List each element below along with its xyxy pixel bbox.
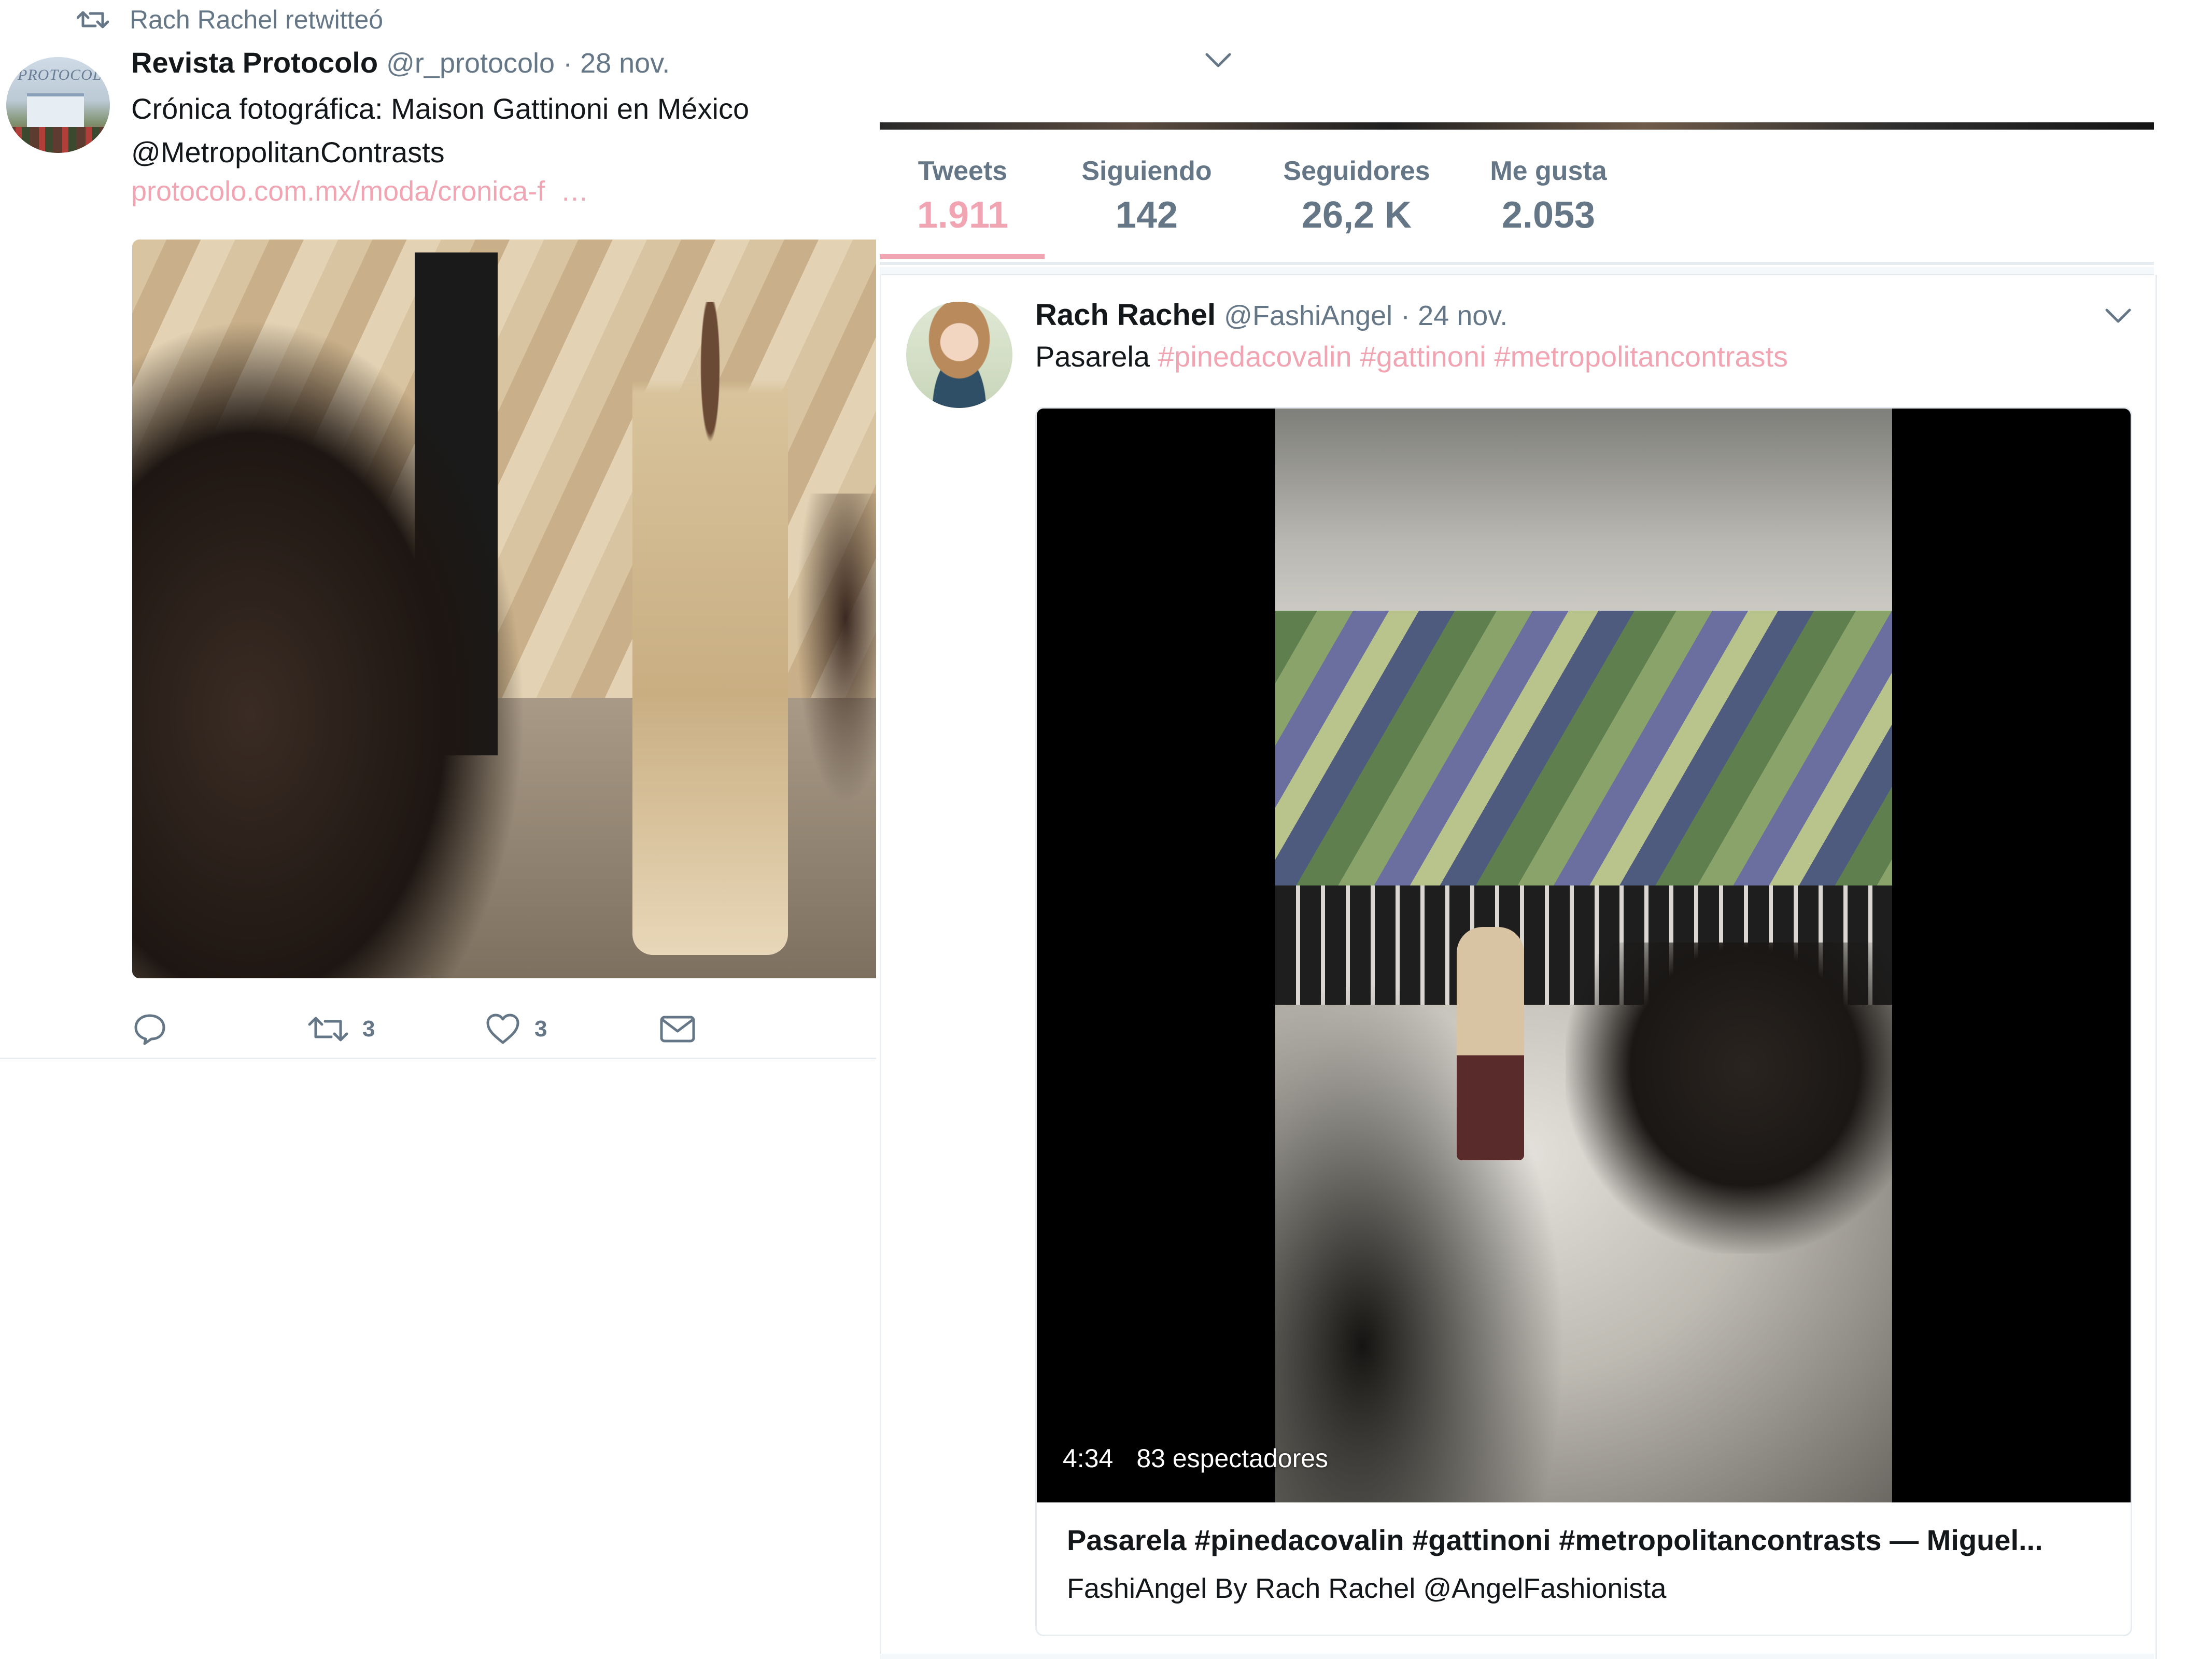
retweeted-tweet[interactable]: Rach Rachel retwitteó PROTOCOLO Revista …	[0, 0, 876, 1058]
chevron-down-icon[interactable]	[1204, 49, 1233, 70]
tweet-text-body: Pasarela	[1035, 340, 1150, 373]
stat-label: Me gusta	[1490, 156, 1607, 186]
hashtag-link[interactable]: #pinedacovalin	[1158, 340, 1352, 373]
stat-likes[interactable]: Me gusta 2.053	[1476, 156, 1621, 236]
photo-model	[632, 302, 788, 955]
chevron-down-icon[interactable]	[2104, 305, 2133, 326]
video-projection	[1275, 611, 1892, 901]
tweet-date[interactable]: · 28 nov.	[563, 47, 670, 79]
stat-label: Siguiendo	[1081, 156, 1212, 186]
stat-value: 142	[1115, 194, 1178, 236]
reply-icon	[132, 1011, 167, 1047]
author-name[interactable]: Revista Protocolo	[131, 46, 378, 79]
video-player[interactable]: 4:34 83 espectadores	[1037, 409, 2131, 1502]
timeline-separator	[880, 267, 2154, 275]
tweet-text-line: Crónica fotográfica: Maison Gattinoni en…	[131, 92, 750, 125]
tweet-text: Pasarela #pinedacovalin #gattinoni #metropo…	[1035, 340, 1788, 373]
retweet-icon	[77, 8, 109, 31]
avatar-sign: PROTOCOLO	[18, 66, 110, 83]
video-meta: 4:34 83 espectadores	[1063, 1440, 1328, 1477]
stat-value: 2.053	[1501, 194, 1596, 236]
photo-audience	[132, 317, 526, 978]
video-ceiling	[1275, 409, 1892, 626]
tweet-link[interactable]: protocolo.com.mx/moda/cronica-f …	[131, 175, 588, 207]
stat-tweets[interactable]: Tweets 1.911	[911, 156, 1015, 236]
hashtag-link[interactable]: #gattinoni	[1360, 340, 1486, 373]
retweet-button[interactable]: 3	[307, 1006, 375, 1052]
video-audience-right	[1566, 943, 1892, 1254]
tweet-link-text[interactable]: protocolo.com.mx/moda/cronica-f	[131, 176, 545, 207]
tweet-photo[interactable]	[132, 240, 876, 978]
tweet-divider	[0, 1058, 876, 1059]
video-views: 83 espectadores	[1136, 1444, 1329, 1473]
like-count: 3	[534, 1016, 547, 1042]
timeline-bottom	[880, 1654, 2154, 1659]
avatar[interactable]	[906, 302, 1012, 408]
avatar[interactable]: PROTOCOLO	[6, 57, 110, 153]
tweet-header: Rach Rachel @FashiAngel · 24 nov.	[1035, 298, 1507, 334]
avatar-building	[27, 93, 84, 128]
mention-link[interactable]: @MetropolitanContrasts	[131, 131, 867, 174]
hashtag-link[interactable]: #metropolitancontrasts	[1495, 340, 1788, 373]
stat-value: 1.911	[917, 194, 1009, 236]
like-button[interactable]: 3	[485, 1006, 547, 1052]
stat-value: 26,2 K	[1301, 194, 1412, 236]
stat-label: Tweets	[918, 156, 1008, 186]
avatar-crowd	[6, 127, 110, 153]
author-handle[interactable]: @r_protocolo	[386, 47, 555, 79]
mail-icon	[659, 1015, 696, 1044]
video-frame	[1275, 409, 1892, 1502]
tweet-link-ellipsis: …	[560, 176, 589, 207]
tweet-header: Revista Protocolo @r_protocolo · 28 nov.	[131, 46, 670, 82]
tweet-date[interactable]: · 24 nov.	[1401, 300, 1507, 332]
retweet-context-label[interactable]: Rach Rachel retwitteó	[130, 5, 383, 35]
tweet-text: Crónica fotográfica: Maison Gattinoni en…	[131, 87, 867, 174]
card-subtitle[interactable]: FashiAngel By Rach Rachel @AngelFashioni…	[1067, 1572, 1666, 1605]
reply-button[interactable]	[132, 1006, 167, 1052]
author-name[interactable]: Rach Rachel	[1035, 298, 1216, 332]
author-handle[interactable]: @FashiAngel	[1224, 300, 1392, 332]
retweet-context: Rach Rachel retwitteó	[77, 4, 383, 35]
video-model	[1457, 927, 1524, 1160]
direct-message-button[interactable]	[659, 1006, 696, 1052]
card-title[interactable]: Pasarela #pinedacovalin #gattinoni #metr…	[1067, 1523, 2109, 1557]
retweet-count: 3	[362, 1016, 375, 1042]
photo-audience-right	[796, 494, 876, 805]
video-duration: 4:34	[1063, 1444, 1114, 1473]
stat-following[interactable]: Siguiendo 142	[1072, 156, 1222, 236]
stat-label: Seguidores	[1283, 156, 1430, 186]
profile-banner	[880, 122, 2154, 130]
stat-followers[interactable]: Seguidores 26,2 K	[1271, 156, 1442, 236]
profile-stats-bar: Tweets 1.911 Siguiendo 142 Seguidores 26…	[880, 130, 2154, 265]
video-card[interactable]: 4:34 83 espectadores Pasarela #pinedacov…	[1035, 407, 2132, 1636]
active-tab-indicator	[880, 254, 1045, 259]
heart-icon	[485, 1013, 521, 1046]
retweet-icon	[307, 1013, 349, 1045]
